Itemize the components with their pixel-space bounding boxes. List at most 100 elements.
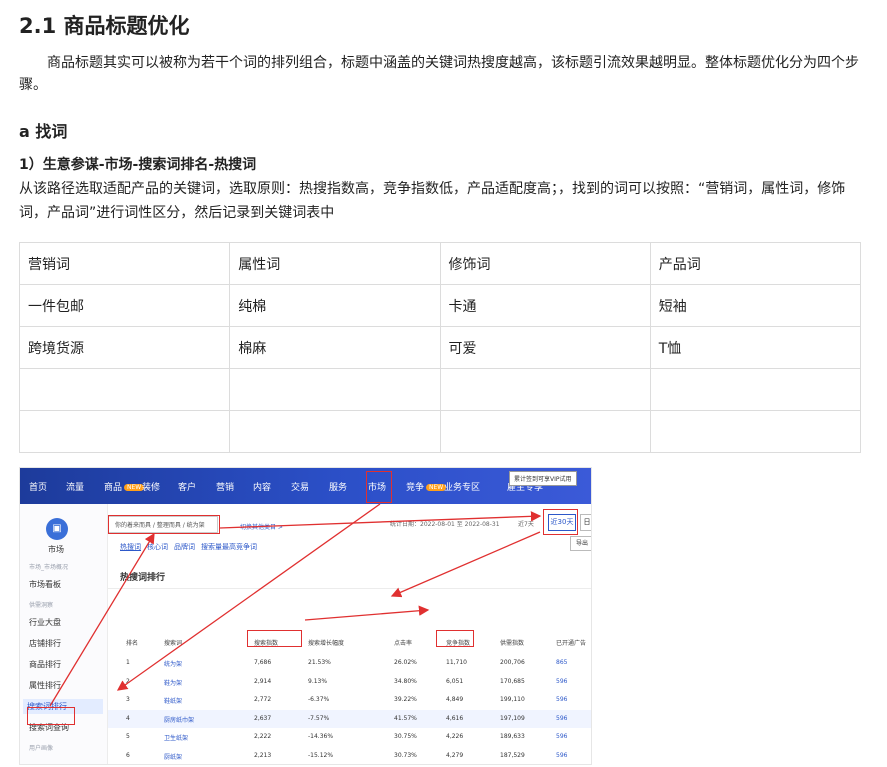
- table-cell: 170,685: [500, 677, 525, 685]
- table-cell: [649, 410, 862, 453]
- nav-item[interactable]: 交易: [291, 480, 309, 493]
- nav-item[interactable]: 首页: [29, 480, 47, 493]
- table-cell: 卡通: [439, 284, 651, 327]
- table-cell: 4,616: [446, 714, 464, 722]
- table-cell[interactable]: 596: [556, 733, 567, 740]
- keyword-link[interactable]: 卫生纸架: [164, 733, 188, 742]
- keyword-link[interactable]: 鞋纸架: [164, 696, 182, 705]
- table-cell: 30.75%: [394, 733, 417, 740]
- table-cell: 187,529: [500, 751, 525, 759]
- sidebar-item[interactable]: 属性排行: [29, 680, 61, 691]
- section-title: 热搜词排行: [120, 573, 166, 583]
- table-cell: 营销词: [18, 242, 231, 285]
- table-cell: 5: [126, 733, 130, 740]
- highlight-box-competition-index: [436, 630, 474, 647]
- nav-item-label: 服务: [329, 483, 348, 493]
- table-cell: 短袖: [649, 284, 862, 327]
- table-cell: 30.73%: [394, 751, 417, 759]
- table-cell: 3: [126, 696, 130, 703]
- nav-item[interactable]: 内容: [253, 480, 271, 493]
- column-header[interactable]: 供需指数: [500, 638, 524, 647]
- table-row[interactable]: 1 统为架 7,686 21.53% 26.02% 11,710 200,706 865: [108, 654, 591, 672]
- nav-item-label: 业务专区: [444, 483, 481, 493]
- day-button[interactable]: 日: [580, 514, 591, 531]
- table-cell: 一件包邮: [18, 284, 231, 327]
- nav-item[interactable]: 服务: [329, 480, 347, 493]
- tab-item[interactable]: 热搜词: [120, 543, 141, 551]
- table-cell: 41.57%: [394, 714, 417, 722]
- table-cell: 棉麻: [229, 326, 441, 369]
- intro-paragraph: 商品标题其实可以被称为若干个词的排列组合，标题中涵盖的关键词热搜度越高，该标题引…: [19, 55, 859, 93]
- nav-item-label: 内容: [253, 483, 272, 493]
- sidebar-title: 市场: [48, 545, 64, 554]
- tab-bar: 热搜词 核心词 品牌词 搜索量最高竞争词: [120, 542, 263, 552]
- table-cell: -6.37%: [308, 696, 330, 703]
- near-7-days[interactable]: 近7天: [518, 519, 534, 528]
- top-nav: 首页 流量 商品 NEW 装修 客户 营销 内容 交易 服务 市场 竞争 NEW 业务专区 雇主专享: [20, 468, 591, 504]
- tab-item[interactable]: 品牌词: [174, 543, 195, 551]
- sidebar-item[interactable]: 店铺排行: [29, 638, 61, 649]
- nav-item[interactable]: 业务专区: [444, 480, 480, 493]
- nav-item[interactable]: 商品 NEW: [104, 480, 145, 493]
- nav-item[interactable]: 流量: [66, 480, 84, 493]
- table-cell: [18, 410, 231, 453]
- table-cell: 2: [126, 677, 130, 685]
- table-row[interactable]: 2 鞋为架 2,914 9.13% 34.80% 6,051 170,685 596: [108, 673, 591, 691]
- table-cell: -14.36%: [308, 733, 334, 740]
- nav-item-label: 首页: [29, 483, 48, 493]
- table-cell: [229, 410, 441, 453]
- table-cell: [439, 368, 651, 411]
- keyword-link[interactable]: 统为架: [164, 659, 182, 668]
- nav-item-label: 客户: [178, 483, 197, 493]
- tab-item[interactable]: 搜索量最高竞争词: [201, 543, 257, 551]
- column-header[interactable]: 排名: [126, 638, 138, 647]
- column-header[interactable]: 搜索词: [164, 638, 182, 647]
- table-cell[interactable]: 596: [556, 752, 567, 759]
- keyword-link[interactable]: 厨房纸巾架: [164, 715, 194, 724]
- table-row[interactable]: 6 厨纸架 2,213 -15.12% 30.73% 4,279 187,529 596: [108, 747, 591, 765]
- table-row[interactable]: 5 卫生纸架 2,222 -14.36% 30.75% 4,226 189,633 596: [108, 728, 591, 746]
- table-cell[interactable]: 865: [556, 659, 567, 666]
- table-cell: 9.13%: [308, 677, 328, 685]
- sidebar-item[interactable]: 商品排行: [29, 659, 61, 670]
- column-header[interactable]: 已开通广告: [556, 638, 586, 647]
- table-row: 一件包邮 纯棉 卡通 短袖: [18, 284, 862, 327]
- nav-item-label: 竞争: [406, 483, 425, 493]
- nav-item[interactable]: 客户: [178, 480, 196, 493]
- tab-item[interactable]: 核心词: [147, 543, 168, 551]
- table-cell: [439, 410, 651, 453]
- table-cell: 2,637: [254, 714, 272, 722]
- table-cell: 6,051: [446, 677, 464, 685]
- table-cell: 4,849: [446, 696, 464, 703]
- table-row[interactable]: 3 鞋纸架 2,772 -6.37% 39.22% 4,849 199,110 596: [108, 691, 591, 709]
- table-cell: 189,633: [500, 733, 525, 740]
- column-header[interactable]: 搜索增长幅度: [308, 638, 344, 647]
- table-row: 跨境货源 棉麻 可爱 T恤: [18, 326, 862, 369]
- table-cell: 纯棉: [229, 284, 441, 327]
- table-cell[interactable]: 596: [556, 696, 567, 703]
- category-switch-link[interactable]: 切换其他类目 >: [240, 522, 283, 531]
- keyword-link[interactable]: 鞋为架: [164, 678, 182, 687]
- table-cell: 7,686: [254, 659, 272, 666]
- divider: [108, 588, 591, 589]
- column-header[interactable]: 点击率: [394, 638, 412, 647]
- export-button[interactable]: 导出: [570, 536, 591, 551]
- highlight-box-market: [366, 471, 392, 503]
- table-cell: 21.53%: [308, 659, 331, 666]
- nav-item[interactable]: 营销: [216, 480, 234, 493]
- table-cell: 11,710: [446, 659, 467, 666]
- table-cell[interactable]: 596: [556, 715, 567, 722]
- table-cell: 可爱: [439, 326, 651, 369]
- table-row[interactable]: 4 厨房纸巾架 2,637 -7.57% 41.57% 4,616 197,109 596: [108, 709, 591, 728]
- sidebar-item[interactable]: 行业大盘: [29, 617, 61, 628]
- nav-item[interactable]: 装修: [142, 480, 160, 493]
- page-title: 2.1 商品标题优化: [19, 14, 190, 38]
- table-cell[interactable]: 596: [556, 678, 567, 685]
- table-cell: 2,222: [254, 733, 272, 740]
- table-cell: T恤: [649, 326, 862, 369]
- sidebar-item[interactable]: 市场看板: [29, 579, 61, 590]
- keyword-link[interactable]: 厨纸架: [164, 752, 182, 761]
- nav-item[interactable]: 竞争 NEW: [406, 480, 447, 493]
- table-row: [18, 410, 862, 453]
- table-cell: 2,772: [254, 696, 272, 703]
